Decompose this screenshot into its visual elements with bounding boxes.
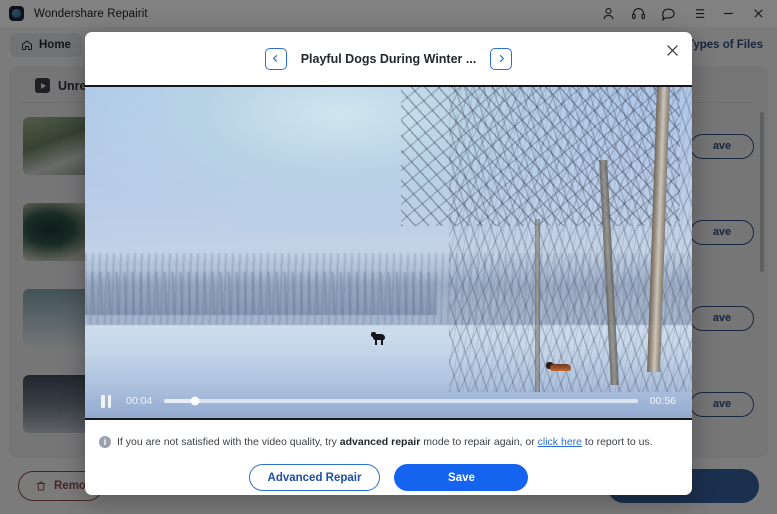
pause-icon[interactable] xyxy=(101,395,114,408)
page-title: Playful Dogs During Winter ... xyxy=(301,52,477,66)
advanced-repair-button[interactable]: Advanced Repair xyxy=(249,464,381,491)
dialog-header: Playful Dogs During Winter ... xyxy=(85,32,692,85)
chevron-right-icon xyxy=(496,53,507,64)
next-video-button[interactable] xyxy=(490,48,512,70)
quality-note: i If you are not satisfied with the vide… xyxy=(85,420,692,464)
advanced-repair-emphasis: advanced repair xyxy=(340,436,421,448)
video-frame-treeline-left xyxy=(85,272,437,315)
video-frame-branches xyxy=(401,85,680,226)
player-controls: 00:04 00:56 xyxy=(85,384,692,418)
video-frame-black-dog xyxy=(373,334,386,345)
previous-video-button[interactable] xyxy=(265,48,287,70)
info-icon: i xyxy=(99,436,111,448)
total-time: 00:56 xyxy=(650,395,676,407)
progress-handle[interactable] xyxy=(191,397,200,406)
save-button[interactable]: Save xyxy=(394,464,528,491)
progress-scrubber[interactable] xyxy=(164,399,637,403)
close-icon[interactable] xyxy=(664,42,681,59)
video-frame-tree-trunk-tertiary xyxy=(535,219,540,391)
quality-note-text: If you are not satisfied with the video … xyxy=(117,436,653,448)
video-frame-brown-dog xyxy=(546,362,572,372)
dialog-footer: Advanced Repair Save xyxy=(85,464,692,495)
report-link[interactable]: click here xyxy=(538,436,582,448)
video-preview-dialog: Playful Dogs During Winter ... 00:04 xyxy=(85,32,692,495)
current-time: 00:04 xyxy=(126,395,152,407)
video-player[interactable]: 00:04 00:56 xyxy=(85,85,692,420)
chevron-left-icon xyxy=(270,53,281,64)
